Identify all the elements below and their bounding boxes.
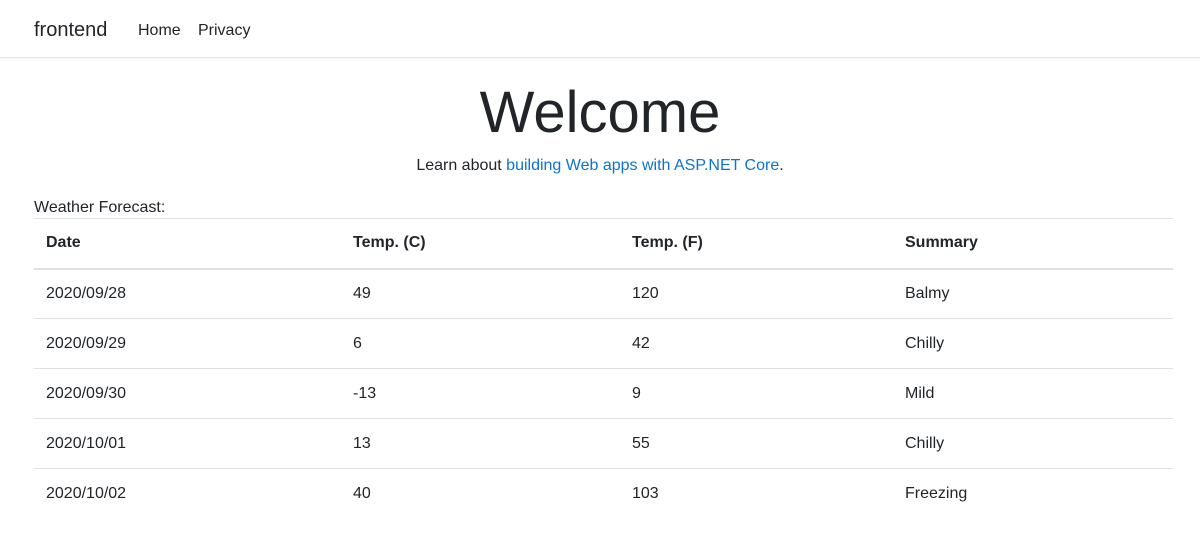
column-header-summary: Summary	[905, 234, 978, 252]
table-row: 2020/10/01 13 55 Chilly	[34, 419, 1173, 469]
table-head: Date Temp. (C) Temp. (F) Summary	[34, 218, 1173, 269]
cell-temp-f: 103	[632, 484, 659, 502]
cell-temp-c: 13	[353, 434, 371, 452]
learn-prefix: Learn about	[416, 157, 507, 174]
cell-date: 2020/09/30	[46, 384, 127, 402]
column-header-temp-c: Temp. (C)	[353, 234, 426, 252]
nav-link-privacy[interactable]: Privacy	[198, 21, 250, 41]
table-header-row: Date Temp. (C) Temp. (F) Summary	[34, 218, 1173, 269]
cell-temp-c: 49	[353, 284, 371, 302]
cell-summary: Balmy	[905, 284, 950, 302]
cell-date: 2020/10/01	[46, 434, 127, 452]
cell-date: 2020/09/28	[46, 284, 127, 302]
table-row: 2020/09/29 6 42 Chilly	[34, 319, 1173, 369]
cell-summary: Mild	[905, 384, 935, 402]
cell-summary: Freezing	[905, 484, 968, 502]
forecast-table-container: Date Temp. (C) Temp. (F) Summary 2020/09…	[34, 218, 1173, 519]
cell-temp-f: 42	[632, 334, 650, 352]
cell-temp-f: 9	[632, 384, 641, 402]
forecast-label: Weather Forecast:	[34, 199, 166, 216]
table-row: 2020/09/30 -13 9 Mild	[34, 369, 1173, 419]
cell-date: 2020/09/29	[46, 334, 127, 352]
column-header-temp-f: Temp. (F)	[632, 234, 703, 252]
cell-summary: Chilly	[905, 434, 945, 452]
cell-date: 2020/10/02	[46, 484, 127, 502]
nav-link-home[interactable]: Home	[138, 21, 181, 41]
learn-link[interactable]: building Web apps with ASP.NET Core	[506, 157, 779, 174]
learn-text: Learn about building Web apps with ASP.N…	[0, 156, 1200, 176]
page-title: Welcome	[479, 80, 721, 145]
table-row: 2020/10/02 40 103 Freezing	[34, 469, 1173, 519]
navbar: frontend Home Privacy	[0, 0, 1200, 58]
cell-temp-c: 40	[353, 484, 371, 502]
table-body: 2020/09/28 49 120 Balmy 2020/09/29 6 42 …	[34, 269, 1173, 519]
table-row: 2020/09/28 49 120 Balmy	[34, 269, 1173, 319]
cell-temp-f: 55	[632, 434, 650, 452]
cell-temp-c: -13	[353, 384, 377, 402]
forecast-table: Date Temp. (C) Temp. (F) Summary 2020/09…	[34, 218, 1173, 519]
cell-summary: Chilly	[905, 334, 945, 352]
column-header-date: Date	[46, 234, 81, 252]
cell-temp-f: 120	[632, 284, 659, 302]
learn-suffix: .	[779, 157, 784, 174]
cell-temp-c: 6	[353, 334, 362, 352]
brand-link[interactable]: frontend	[34, 18, 107, 42]
